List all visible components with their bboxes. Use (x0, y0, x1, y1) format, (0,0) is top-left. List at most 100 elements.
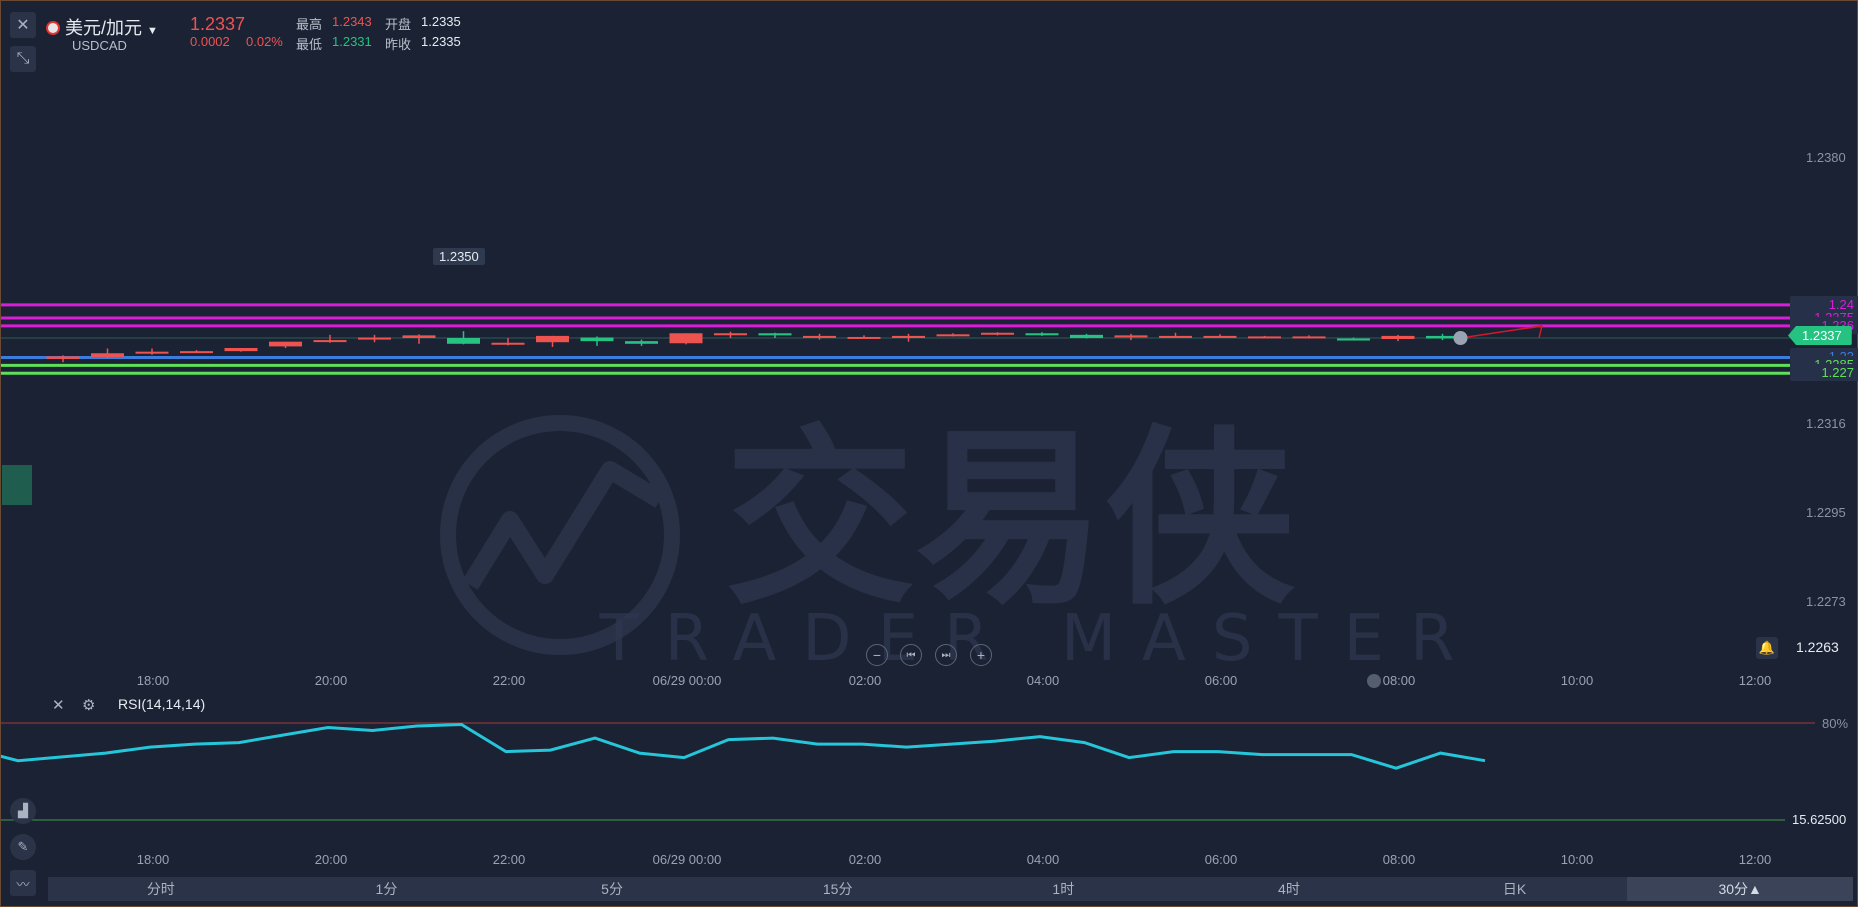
info-icon[interactable] (1453, 331, 1468, 345)
prev-close-label: 昨收 (385, 37, 412, 52)
candle-body (625, 341, 658, 344)
time-label: 18:00 (136, 673, 170, 688)
close-icon: ✕ (52, 697, 65, 714)
zoom-out-button[interactable]: − (866, 644, 888, 666)
candle-body (358, 337, 391, 340)
line-chart-button[interactable]: 〰 (10, 870, 36, 896)
candle-body (758, 333, 792, 336)
close-chart-button[interactable]: ✕ (10, 12, 36, 38)
time-label: 06/29 00:00 (652, 673, 722, 688)
axis-price-label: 1.2316 (1806, 416, 1846, 431)
level-price-tag: 1.227 (1790, 364, 1858, 382)
indicator-settings-button[interactable]: ⚙ (82, 696, 95, 714)
candle-body (580, 337, 614, 342)
draw-button[interactable]: ✎ (10, 834, 36, 860)
candle-body (269, 341, 302, 347)
candle-body (1248, 336, 1281, 339)
axis-price-label: 1.2295 (1806, 505, 1846, 520)
time-label: 10:00 (1560, 673, 1594, 688)
rsi-value-label: 15.62500 (1786, 811, 1853, 828)
rsi-time-label: 04:00 (1026, 852, 1060, 867)
remove-indicator-button[interactable]: ✕ (52, 696, 65, 714)
alert-button[interactable]: 🔔 (1756, 637, 1778, 659)
rsi-time-label: 06/29 00:00 (652, 852, 722, 867)
zoom-in-button[interactable]: + (970, 644, 992, 666)
open-label: 开盘 (385, 17, 412, 32)
chevron-down-icon: ▼ (147, 25, 158, 37)
candle-body (1159, 335, 1192, 338)
bar-chart-icon: ▟ (18, 803, 28, 818)
rsi-time-label: 10:00 (1560, 852, 1594, 867)
candle-body (402, 335, 436, 338)
tab-daily[interactable]: 日K (1402, 877, 1628, 901)
period-tabs: 分时 1分 5分 15分 1时 4时 日K 30分▲ (48, 877, 1853, 901)
candle-body (91, 353, 124, 357)
tab-1hour[interactable]: 1时 (951, 877, 1177, 901)
candle-body (447, 338, 480, 344)
rsi-upper-label: 80% (1822, 716, 1849, 731)
candle-body (536, 335, 569, 343)
low-value: 1.2331 (332, 34, 372, 49)
indicator-button[interactable]: ▟ (10, 798, 36, 824)
candle-body (46, 356, 80, 360)
minus-icon: − (872, 647, 882, 663)
rsi-time-label: 20:00 (314, 852, 348, 867)
tab-4hour[interactable]: 4时 (1176, 877, 1402, 901)
candle-body (714, 333, 747, 336)
line-chart-icon: 〰 (16, 876, 30, 892)
candle-body (180, 351, 213, 354)
candle-body (1025, 333, 1059, 336)
tab-1min[interactable]: 1分 (274, 877, 500, 901)
axis-price-label: 1.2380 (1806, 150, 1846, 165)
candle-body (1070, 334, 1103, 338)
candle-body (936, 334, 970, 337)
candle-body (1337, 338, 1370, 341)
pair-name: 美元/加元 (65, 18, 143, 38)
candle-body (892, 335, 925, 338)
candle (224, 347, 258, 352)
tab-timeline[interactable]: 分时 (48, 877, 274, 901)
max-price-annotation: 1.2350 (433, 248, 485, 265)
prev-close-value: 1.2335 (421, 34, 461, 49)
price-change-pct: 0.02% (246, 34, 283, 49)
time-label: 08:00 (1382, 673, 1416, 688)
watermark-en: TRADER MASTER (599, 602, 1481, 676)
tab-30min[interactable]: 30分▲ (1627, 877, 1853, 901)
now-marker (1367, 674, 1381, 688)
time-label: 12:00 (1738, 673, 1772, 688)
rsi-time-label: 08:00 (1382, 852, 1416, 867)
scroll-end-button[interactable]: ⏭ (935, 644, 957, 666)
skip-back-icon: ⏮ (906, 649, 916, 661)
plus-icon: + (976, 647, 986, 663)
rsi-time-label: 22:00 (492, 852, 526, 867)
rsi-label: RSI(14,14,14) (118, 696, 206, 712)
tab-5min[interactable]: 5分 (499, 877, 725, 901)
time-label: 22:00 (492, 673, 526, 688)
close-icon: ✕ (16, 17, 30, 34)
rsi-time-label: 06:00 (1204, 852, 1238, 867)
bell-icon: 🔔 (1758, 640, 1776, 655)
pair-selector[interactable]: 美元/加元 ▼ (46, 14, 158, 40)
candle-body (224, 347, 258, 352)
candle-body (1203, 335, 1237, 338)
rsi-time-label: 12:00 (1738, 852, 1772, 867)
high-label: 最高 (296, 17, 323, 32)
skip-forward-icon: ⏭ (941, 649, 951, 661)
candle-body (803, 335, 836, 338)
watermark-cn: 交易侠 (725, 409, 1296, 630)
candle-body (491, 342, 525, 345)
gear-icon: ⚙ (82, 697, 96, 714)
scroll-start-button[interactable]: ⏮ (900, 644, 922, 666)
last-price: 1.2337 (190, 14, 246, 34)
symbol-code: USDCAD (72, 38, 127, 53)
price-chart[interactable]: 交易侠 TRADER MASTER (0, 0, 1858, 907)
candle-body (981, 332, 1014, 335)
tab-15min[interactable]: 15分 (725, 877, 951, 901)
time-label: 04:00 (1026, 673, 1060, 688)
shrink-icon: ⤡ (16, 50, 30, 67)
collapse-button[interactable]: ⤡ (10, 46, 36, 72)
candle-body (313, 340, 347, 343)
candle-body (1292, 336, 1326, 339)
low-label: 最低 (296, 37, 323, 52)
flag-icon (46, 21, 60, 35)
